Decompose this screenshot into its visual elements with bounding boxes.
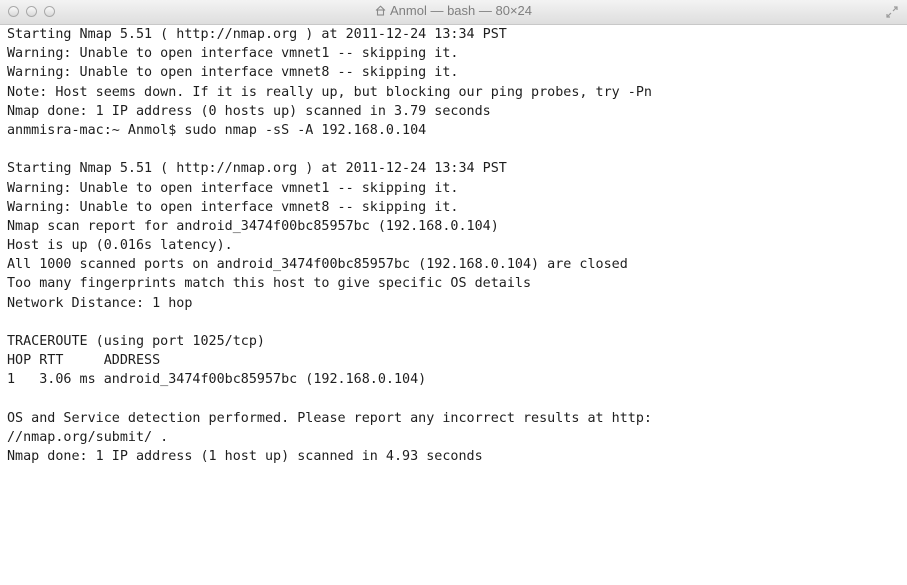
terminal-line: Warning: Unable to open interface vmnet1… — [7, 180, 459, 196]
terminal-line: //nmap.org/submit/ . — [7, 429, 169, 445]
terminal-line: All 1000 scanned ports on android_3474f0… — [7, 257, 628, 273]
terminal-line: OS and Service detection performed. Plea… — [7, 410, 652, 426]
terminal-line: Too many fingerprints match this host to… — [7, 276, 532, 292]
terminal-window: Anmol — bash — 80×24 Starting Nmap 5.51 … — [0, 0, 907, 585]
terminal-line: TRACEROUTE (using port 1025/tcp) — [7, 334, 265, 349]
terminal-line: Note: Host seems down. If it is really u… — [7, 84, 652, 100]
terminal-line: Nmap done: 1 IP address (0 hosts up) sca… — [7, 103, 491, 119]
window-title-group: Anmol — bash — 80×24 — [0, 3, 907, 18]
window-title: Anmol — bash — 80×24 — [390, 3, 532, 18]
title-bar[interactable]: Anmol — bash — 80×24 — [0, 0, 907, 25]
terminal-line: 1 3.06 ms android_3474f00bc85957bc (192.… — [7, 372, 427, 388]
terminal-line: Warning: Unable to open interface vmnet8… — [7, 199, 459, 215]
terminal-output[interactable]: Starting Nmap 5.51 ( http://nmap.org ) a… — [7, 25, 902, 585]
terminal-line: anmmisra-mac:~ Anmol$ sudo nmap -sS -A 1… — [7, 122, 427, 138]
terminal-line: Network Distance: 1 hop — [7, 295, 193, 311]
terminal-line: HOP RTT ADDRESS — [7, 353, 161, 369]
home-folder-icon — [375, 5, 386, 16]
terminal-line: Nmap scan report for android_3474f00bc85… — [7, 218, 499, 234]
terminal-line: Warning: Unable to open interface vmnet1… — [7, 46, 459, 62]
terminal-line: Warning: Unable to open interface vmnet8… — [7, 65, 459, 81]
fullscreen-arrows-icon[interactable] — [886, 6, 898, 18]
terminal-line: Starting Nmap 5.51 ( http://nmap.org ) a… — [7, 27, 507, 42]
terminal-line: Starting Nmap 5.51 ( http://nmap.org ) a… — [7, 161, 507, 177]
terminal-line: Nmap done: 1 IP address (1 host up) scan… — [7, 449, 483, 465]
terminal-line: Host is up (0.016s latency). — [7, 238, 233, 254]
